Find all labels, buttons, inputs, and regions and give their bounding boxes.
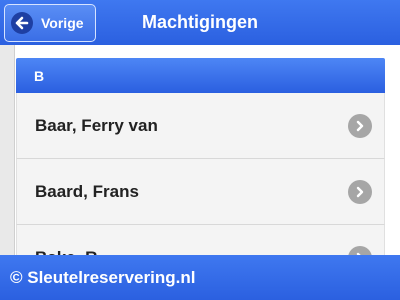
header-bar: Vorige Machtigingen <box>0 0 400 45</box>
authorization-list[interactable]: B Baar, Ferry van Baard, Frans Bake, R..… <box>16 58 385 270</box>
list-item-label: Baar, Ferry van <box>35 115 158 135</box>
list-item-label: Baard, Frans <box>35 181 139 201</box>
footer-bar: © Sleutelreservering.nl <box>0 255 400 300</box>
list-item[interactable]: Baard, Frans <box>16 159 385 225</box>
app-screen: Vorige Machtigingen B Baar, Ferry van Ba… <box>0 0 400 300</box>
chevron-right-icon <box>348 179 372 204</box>
list-item[interactable]: Baar, Ferry van <box>16 93 385 159</box>
section-header-letter: B <box>16 58 385 93</box>
copyright-text: © Sleutelreservering.nl <box>10 267 196 287</box>
page-title: Machtigingen <box>142 12 258 32</box>
side-panel-edge <box>0 45 15 270</box>
chevron-right-icon <box>348 113 372 138</box>
